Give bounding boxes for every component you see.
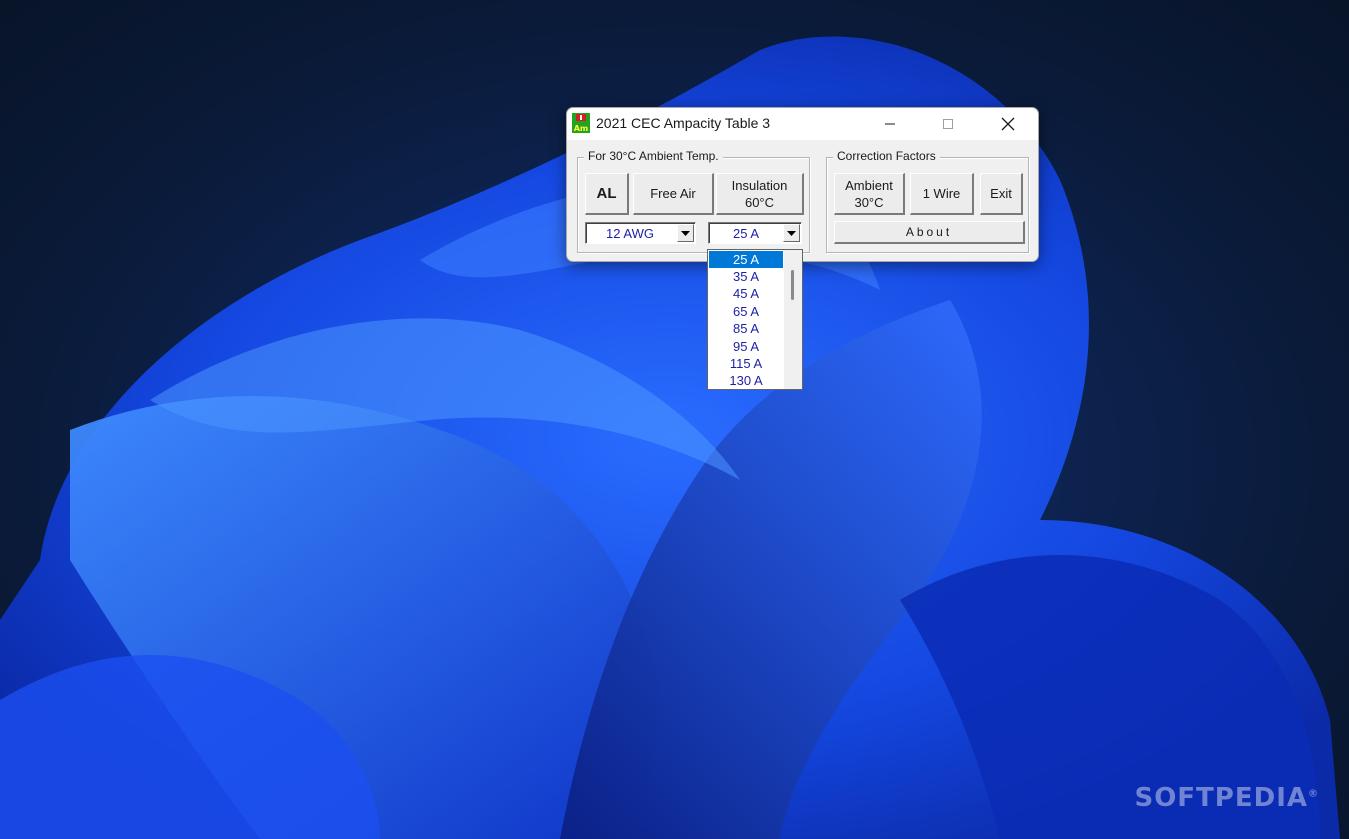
dropdown-option[interactable]: 35 A bbox=[709, 268, 783, 285]
ampacity-select[interactable]: 25 A bbox=[708, 222, 802, 244]
ampacity-dropdown-button[interactable] bbox=[783, 224, 800, 242]
exit-button[interactable]: Exit bbox=[980, 173, 1023, 215]
app-icon: Am bbox=[572, 113, 590, 133]
maximize-icon bbox=[943, 119, 953, 129]
wire-size-value: 12 AWG bbox=[606, 226, 654, 241]
dropdown-option[interactable]: 65 A bbox=[709, 303, 783, 320]
dropdown-option-selected[interactable]: 25 A bbox=[709, 251, 783, 268]
close-button[interactable] bbox=[985, 108, 1031, 140]
minimize-icon bbox=[885, 123, 895, 125]
app-icon-letters: Am bbox=[574, 124, 589, 133]
app-window: Am 2021 CEC Ampacity Table 3 For 30°C Am… bbox=[566, 107, 1039, 390]
close-icon bbox=[1001, 117, 1015, 131]
ampacity-dropdown-list: 25 A 35 A 45 A 65 A 85 A 95 A 115 A 130 … bbox=[707, 249, 803, 390]
dropdown-option[interactable]: 115 A bbox=[709, 355, 783, 372]
maximize-button[interactable] bbox=[925, 108, 971, 140]
minimize-button[interactable] bbox=[867, 108, 913, 140]
watermark-text: SOFTPEDIA bbox=[1134, 783, 1308, 813]
correction-factors-group-label: Correction Factors bbox=[833, 149, 940, 163]
dropdown-arrow-icon bbox=[681, 230, 690, 236]
dropdown-option[interactable]: 45 A bbox=[709, 285, 783, 302]
one-wire-button[interactable]: 1 Wire bbox=[910, 173, 974, 215]
desktop: SOFTPEDIA® Am 2021 CEC Ampacity Table 3 … bbox=[0, 0, 1349, 839]
dropdown-option[interactable]: 130 A bbox=[709, 372, 783, 389]
ambient-button[interactable]: Ambient 30°C bbox=[834, 173, 905, 215]
softpedia-watermark: SOFTPEDIA® bbox=[1134, 783, 1319, 813]
watermark-mark: ® bbox=[1308, 788, 1319, 800]
dropdown-option[interactable]: 95 A bbox=[709, 338, 783, 355]
dropdown-scrollbar[interactable] bbox=[784, 250, 802, 389]
dropdown-option[interactable]: 85 A bbox=[709, 320, 783, 337]
insulation-button[interactable]: Insulation 60°C bbox=[716, 173, 804, 215]
ampacity-value: 25 A bbox=[732, 226, 760, 241]
ambient-temp-group-label: For 30°C Ambient Temp. bbox=[584, 149, 723, 163]
wire-size-dropdown-button[interactable] bbox=[677, 224, 694, 242]
window-title: 2021 CEC Ampacity Table 3 bbox=[596, 115, 771, 131]
wire-size-select[interactable]: 12 AWG bbox=[585, 222, 696, 244]
free-air-button[interactable]: Free Air bbox=[633, 173, 714, 215]
dropdown-arrow-icon bbox=[787, 230, 796, 236]
title-bar[interactable]: Am 2021 CEC Ampacity Table 3 bbox=[567, 108, 1038, 140]
about-button[interactable]: About bbox=[834, 221, 1025, 244]
scrollbar-thumb[interactable] bbox=[791, 270, 794, 300]
al-button[interactable]: AL bbox=[585, 173, 629, 215]
